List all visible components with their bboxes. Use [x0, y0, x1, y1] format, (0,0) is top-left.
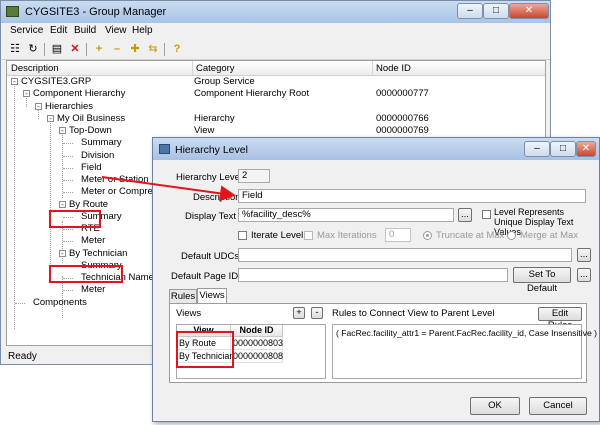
annotation-arrow	[101, 176, 236, 202]
tab-views[interactable]: Views	[197, 288, 227, 303]
